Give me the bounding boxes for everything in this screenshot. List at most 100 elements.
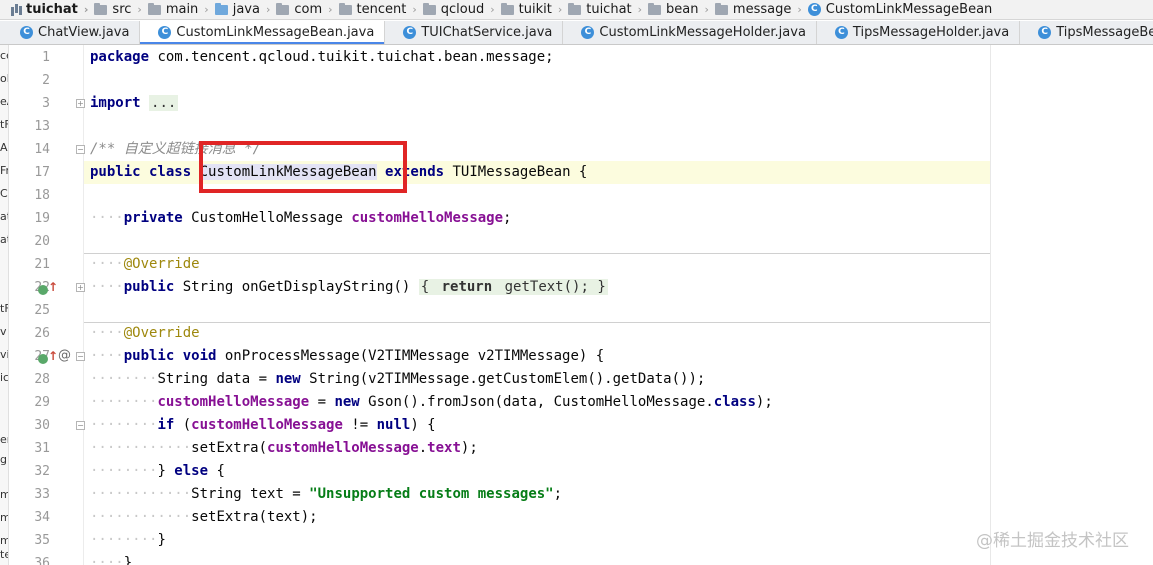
project-panel-edge[interactable]: ce ol eA tF Ac Fr Ch at at tF v vi ic er… — [0, 45, 9, 565]
class-icon: C — [403, 26, 417, 39]
project-item-fragment[interactable]: at — [0, 210, 8, 223]
folder-icon — [714, 2, 728, 15]
folder-icon — [338, 2, 352, 15]
breadcrumb-item-class[interactable]: C CustomLinkMessageBean — [802, 2, 992, 17]
folder-icon — [648, 2, 662, 15]
tab-tipsmessagebean[interactable]: CTipsMessageBean.java — [1020, 21, 1153, 44]
method-separator — [84, 322, 990, 323]
code-line-36: ····} — [90, 555, 133, 565]
project-item-fragment[interactable]: te — [0, 548, 8, 561]
breadcrumb-item-tuichat[interactable]: tuichat › — [562, 2, 642, 17]
folder-icon — [276, 2, 290, 15]
project-item-fragment[interactable]: Fr — [0, 164, 8, 177]
code-line-1: package com.tencent.qcloud.tuikit.tuicha… — [90, 49, 554, 65]
code-line-35: ········} — [90, 532, 166, 548]
code-line-34: ············setExtra(text); — [90, 509, 318, 525]
tab-tuichatservice[interactable]: C TUIChatService.java — [385, 21, 564, 44]
class-icon: C — [1038, 26, 1052, 39]
arrow-up-icon[interactable]: ↑ — [48, 349, 58, 363]
project-item-fragment[interactable]: Ch — [0, 187, 8, 200]
breadcrumb-item-bean[interactable]: bean › — [642, 2, 709, 17]
line-number: 3 — [42, 96, 50, 111]
class-icon: C — [581, 26, 595, 39]
breadcrumb-item-tencent[interactable]: tencent › — [333, 2, 417, 17]
project-item-fragment[interactable]: m — [0, 534, 8, 547]
tab-chatview[interactable]: C ChatView.java — [0, 21, 141, 44]
tab-customlinkmessageholder[interactable]: C CustomLinkMessageHolder.java — [563, 21, 817, 44]
folded-imports[interactable]: ... — [149, 95, 179, 111]
line-number: 17 — [34, 165, 50, 180]
project-item-fragment[interactable]: at — [0, 233, 8, 246]
line-number: 2 — [42, 73, 50, 88]
tab-customlinkmessagebean[interactable]: C CustomLinkMessageBean.java — [140, 21, 386, 44]
code-line-26: ····@Override — [90, 325, 200, 341]
folder-icon — [568, 2, 582, 15]
code-line-33: ············String text = "Unsupported c… — [90, 486, 563, 502]
breadcrumb-item-main[interactable]: main › — [142, 2, 209, 17]
at-icon[interactable]: @ — [58, 348, 71, 363]
watermark: @稀土掘金技术社区 — [976, 531, 1129, 551]
code-line-2: import ... — [90, 95, 179, 111]
project-item-fragment[interactable]: eA — [0, 95, 8, 108]
line-number: 19 — [34, 211, 50, 226]
project-item-fragment[interactable]: v — [0, 325, 8, 338]
breadcrumb-item-message[interactable]: message › — [709, 2, 802, 17]
project-item-fragment[interactable]: er — [0, 433, 8, 446]
source-folder-icon — [214, 2, 228, 15]
line-number: 32 — [34, 464, 50, 479]
line-number: 20 — [34, 234, 50, 249]
class-icon: C — [834, 26, 848, 39]
code-line-21: ····@Override — [90, 256, 200, 272]
breadcrumb-item-com[interactable]: com › — [270, 2, 333, 17]
code-line-22: ····public String onGetDisplayString() {… — [90, 279, 608, 295]
line-number: 29 — [34, 395, 50, 410]
code-editor[interactable]: package com.tencent.qcloud.tuikit.tuicha… — [84, 45, 990, 565]
project-item-fragment[interactable]: m — [0, 488, 8, 501]
project-item-fragment[interactable]: vi — [0, 348, 8, 361]
folder-icon — [147, 2, 161, 15]
right-margin-guide — [990, 45, 991, 565]
class-name[interactable]: CustomLinkMessageBean — [199, 164, 377, 180]
project-item-fragment[interactable]: m — [0, 511, 8, 524]
folder-icon — [94, 2, 108, 15]
line-number: 25 — [34, 303, 50, 318]
project-item-fragment[interactable]: ol — [0, 72, 8, 85]
line-number: 21 — [34, 257, 50, 272]
project-item-fragment[interactable]: tF — [0, 118, 8, 131]
code-line-17: public class CustomLinkMessageBean exten… — [84, 161, 990, 184]
override-method-icon[interactable] — [38, 354, 48, 364]
code-line-30: ········if (customHelloMessage != null) … — [90, 417, 436, 433]
line-number: 34 — [34, 510, 50, 525]
project-item-fragment[interactable]: ic — [0, 371, 8, 384]
class-icon: C — [807, 3, 821, 16]
project-item-fragment[interactable]: tF — [0, 302, 8, 315]
line-number: 1 — [42, 50, 50, 65]
breadcrumb-item-qcloud[interactable]: qcloud › — [417, 2, 495, 17]
module-icon — [10, 4, 22, 16]
code-line-31: ············setExtra(customHelloMessage.… — [90, 440, 478, 456]
breadcrumb: tuichat › src › main › java › com › tencent › … — [0, 0, 1153, 20]
code-line-32: ········} else { — [90, 463, 225, 479]
line-number: 33 — [34, 487, 50, 502]
breadcrumb-item-tuikit[interactable]: tuikit › — [495, 2, 562, 17]
class-icon: C — [20, 26, 33, 39]
arrow-up-icon[interactable]: ↑ — [48, 280, 58, 294]
breadcrumb-item-module[interactable]: tuichat › — [0, 2, 88, 17]
editor-gutter[interactable]: 1 2 3 13 14 17 18 19 20 21 22 25 26 27 2… — [10, 45, 85, 565]
project-item-fragment[interactable]: ce — [0, 49, 8, 62]
tab-tipsmessageholder[interactable]: C TipsMessageHolder.java — [817, 21, 1021, 44]
code-line-29: ········customHelloMessage = new Gson().… — [90, 394, 773, 410]
class-icon: C — [158, 26, 172, 39]
breadcrumb-item-src[interactable]: src › — [88, 2, 142, 17]
breadcrumb-item-java[interactable]: java › — [209, 2, 270, 17]
project-item-fragment[interactable]: gN — [0, 453, 8, 466]
code-line-19: ····private CustomHelloMessage customHel… — [90, 210, 512, 226]
project-item-fragment[interactable]: Ac — [0, 141, 8, 154]
line-number: 14 — [34, 142, 50, 157]
code-line-28: ········String data = new String(v2TIMMe… — [90, 371, 706, 387]
line-number: 31 — [34, 441, 50, 456]
line-number: 36 — [34, 556, 50, 565]
override-method-icon[interactable] — [38, 285, 48, 295]
code-line-14: /** 自定义超链接消息 */ — [90, 141, 262, 157]
line-number: 28 — [34, 372, 50, 387]
